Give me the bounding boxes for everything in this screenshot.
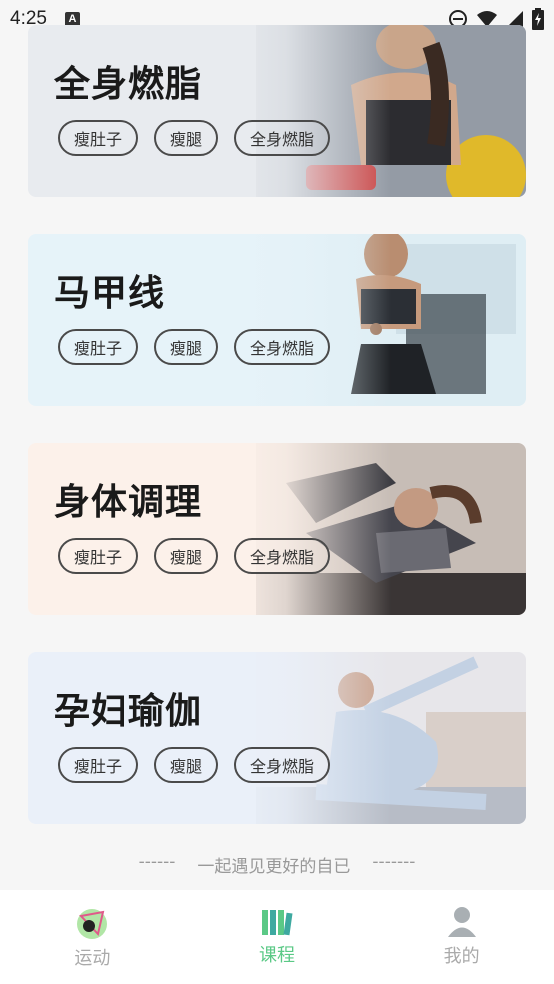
slogan-dash-left: ------ — [138, 852, 176, 872]
card-title: 马甲线 — [54, 273, 166, 314]
profile-icon — [447, 907, 476, 937]
tag-belly[interactable]: 瘦肚子 — [58, 747, 139, 783]
slogan-dash-right: ------- — [372, 852, 416, 872]
slogan-text: 一起遇见更好的自已 — [197, 857, 351, 877]
tag-belly[interactable]: 瘦肚子 — [58, 329, 139, 365]
tag-legs[interactable]: 瘦腿 — [154, 538, 219, 574]
photo-fade — [226, 443, 526, 615]
footer-slogan: ------ 一起遇见更好的自已 ------- — [0, 852, 554, 877]
tag-list: 瘦肚子 瘦腿 全身燃脂 — [58, 120, 331, 156]
photo-fade — [226, 25, 526, 197]
tab-profile[interactable]: 我的 — [402, 906, 522, 968]
tag-list: 瘦肚子 瘦腿 全身燃脂 — [58, 747, 331, 783]
battery-icon — [532, 8, 544, 30]
course-card-body-care[interactable]: 身体调理 瘦肚子 瘦腿 全身燃脂 — [28, 443, 526, 615]
tag-belly[interactable]: 瘦肚子 — [58, 120, 139, 156]
tag-full-body[interactable]: 全身燃脂 — [234, 329, 331, 365]
tag-full-body[interactable]: 全身燃脂 — [234, 120, 331, 156]
card-title: 全身燃脂 — [54, 64, 203, 105]
tag-legs[interactable]: 瘦腿 — [154, 120, 219, 156]
bottom-tab-bar: 运动 课程 我的 — [0, 890, 554, 984]
sport-icon — [77, 909, 108, 939]
tab-sport[interactable]: 运动 — [32, 904, 152, 970]
tag-list: 瘦肚子 瘦腿 全身燃脂 — [58, 538, 331, 574]
course-card-abs[interactable]: 马甲线 瘦肚子 瘦腿 全身燃脂 — [28, 234, 526, 406]
card-title: 身体调理 — [54, 482, 203, 523]
course-card-prenatal-yoga[interactable]: 孕妇瑜伽 瘦肚子 瘦腿 全身燃脂 — [28, 652, 526, 824]
tab-sport-label: 运动 — [74, 948, 111, 969]
card-title: 孕妇瑜伽 — [54, 691, 203, 732]
photo-fade — [226, 652, 526, 824]
tab-profile-label: 我的 — [443, 946, 480, 967]
tab-courses-label: 课程 — [258, 945, 295, 966]
tab-courses[interactable]: 课程 — [217, 907, 337, 967]
photo-fade — [226, 234, 526, 406]
tag-full-body[interactable]: 全身燃脂 — [234, 538, 331, 574]
tag-list: 瘦肚子 瘦腿 全身燃脂 — [58, 329, 331, 365]
tag-belly[interactable]: 瘦肚子 — [58, 538, 139, 574]
tag-legs[interactable]: 瘦腿 — [154, 747, 219, 783]
books-icon — [261, 910, 293, 936]
tag-legs[interactable]: 瘦腿 — [154, 329, 219, 365]
tag-full-body[interactable]: 全身燃脂 — [234, 747, 331, 783]
course-card-fat-burn[interactable]: 全身燃脂 瘦肚子 瘦腿 全身燃脂 — [28, 25, 526, 197]
